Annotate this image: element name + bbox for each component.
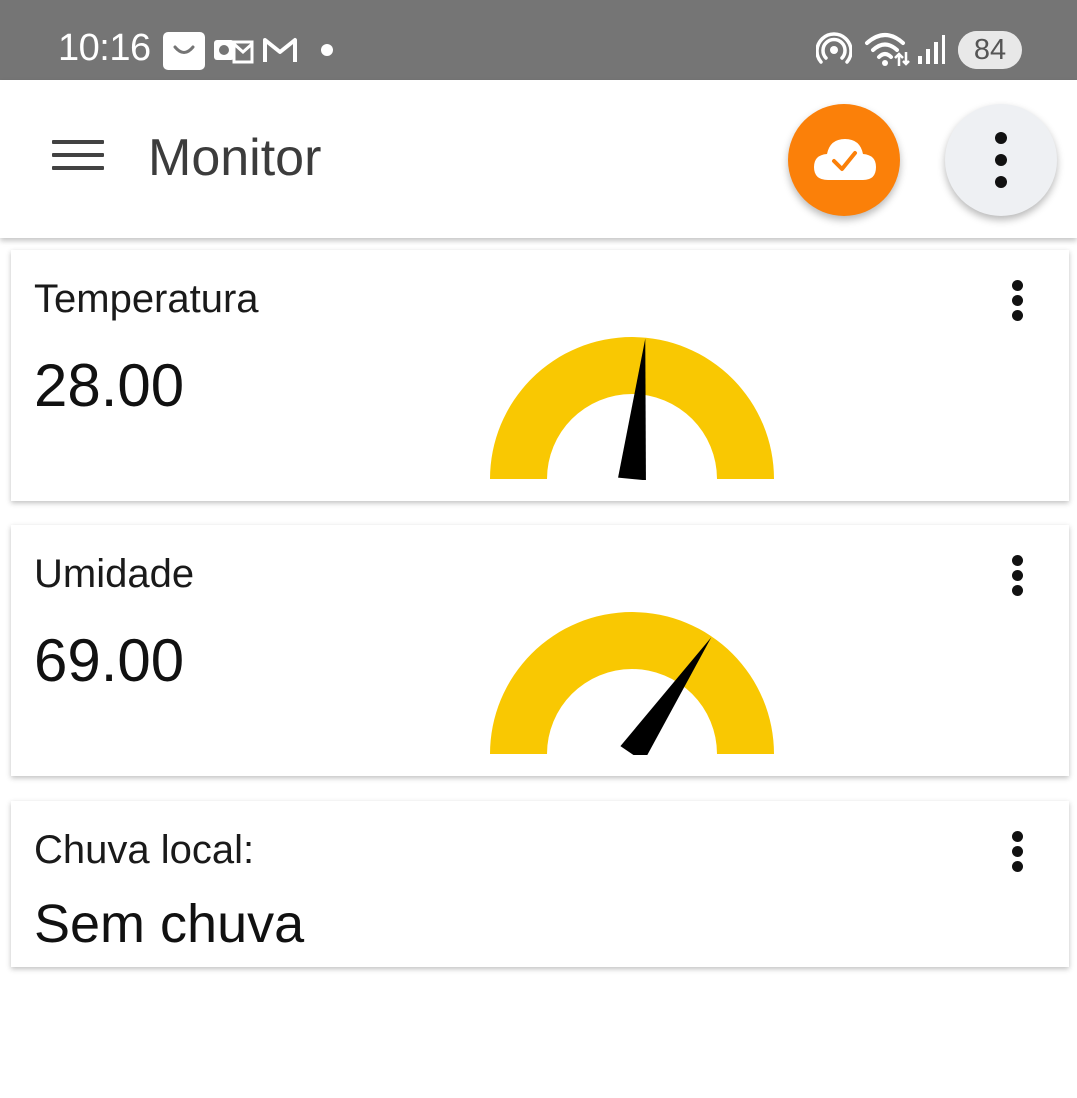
cloud-check-icon — [814, 139, 876, 180]
hamburger-menu-icon[interactable] — [52, 140, 106, 180]
widget-menu-icon[interactable] — [997, 276, 1037, 324]
more-options-button[interactable] — [945, 104, 1057, 216]
widget-card-temperatura: Temperatura 28.00 — [11, 250, 1069, 501]
widget-value: Sem chuva — [34, 894, 305, 954]
cloud-status-button[interactable] — [788, 104, 900, 216]
status-time: 10:16 — [58, 27, 151, 69]
widget-menu-icon[interactable] — [997, 551, 1037, 599]
notification-dot-icon — [321, 44, 333, 56]
widget-label: Umidade — [34, 552, 195, 596]
wifi-icon — [865, 33, 910, 66]
widget-label: Temperatura — [34, 277, 259, 321]
temperature-gauge — [490, 337, 774, 480]
widget-menu-icon[interactable] — [997, 827, 1037, 875]
widget-card-umidade: Umidade 69.00 — [11, 525, 1069, 776]
widget-value: 28.00 — [34, 352, 185, 419]
app-bar: Monitor — [0, 80, 1077, 238]
widget-card-chuva: Chuva local: Sem chuva — [11, 801, 1069, 967]
battery-indicator: 84 — [958, 31, 1022, 69]
signal-icon — [918, 35, 945, 64]
gmail-icon — [263, 38, 297, 62]
widget-label: Chuva local: — [34, 828, 255, 872]
battery-level: 84 — [973, 34, 1007, 66]
page-title: Monitor — [148, 129, 322, 187]
hotspot-icon — [816, 32, 852, 64]
status-bar: 10:16 84 — [0, 0, 1077, 80]
more-vert-icon — [995, 132, 1007, 188]
humidity-gauge — [490, 612, 774, 755]
outlook-icon — [214, 40, 254, 64]
widget-value: 69.00 — [34, 627, 185, 694]
shopping-bag-icon — [163, 32, 205, 70]
